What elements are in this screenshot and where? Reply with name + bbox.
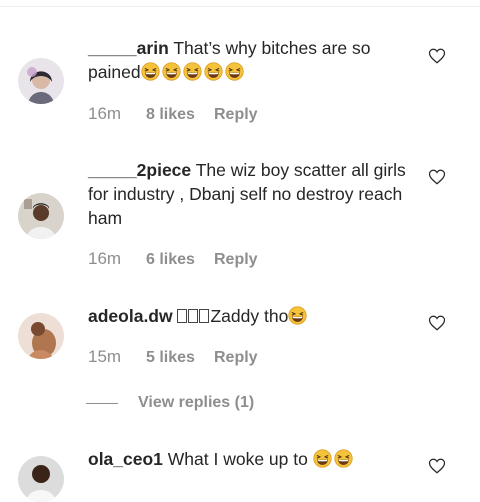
grinning-squinting-face-icon (140, 62, 160, 81)
user-avatar[interactable] (18, 193, 64, 239)
grinning-squinting-face-icon (224, 62, 244, 81)
heart-icon[interactable] (428, 314, 446, 332)
comment-username[interactable]: _____2piece (88, 160, 191, 180)
comment-text: Zaddy tho (210, 306, 289, 326)
emoji-run (313, 449, 355, 469)
avatar-image (18, 58, 64, 104)
heart-icon[interactable] (428, 457, 446, 475)
comment-time: 15m (88, 347, 122, 366)
grinning-squinting-face-icon (203, 62, 223, 81)
user-avatar[interactable] (18, 313, 64, 359)
unsupported-glyph (188, 309, 199, 323)
view-replies-link[interactable]: View replies (1) (86, 394, 254, 412)
grinning-squinting-face-icon (288, 306, 307, 325)
comment-time: 16m (88, 249, 122, 268)
comment-body: _____arin That’s why bitches are so pain… (88, 36, 408, 84)
grinning-squinting-face-icon (161, 62, 181, 81)
comment-meta: 15m 5 likes Reply (88, 347, 258, 367)
comment-body: ola_ceo1 What I woke up to (88, 447, 408, 471)
comment-body: adeola.dw Zaddy tho (88, 304, 408, 328)
user-avatar[interactable] (18, 456, 64, 502)
avatar-image (18, 313, 64, 359)
likes-count[interactable]: 8 likes (146, 106, 214, 124)
comment-username[interactable]: _____arin (88, 38, 169, 58)
likes-count[interactable]: 5 likes (146, 349, 214, 367)
comment-username[interactable]: adeola.dw (88, 306, 173, 326)
unsupported-glyph (177, 309, 188, 323)
avatar-image (18, 193, 64, 239)
grinning-squinting-face-icon (182, 62, 202, 81)
grinning-squinting-face-icon (313, 449, 332, 468)
comment-body: _____2piece The wiz boy scatter all girl… (88, 158, 408, 230)
unsupported-glyph (199, 309, 210, 323)
reply-button[interactable]: Reply (214, 106, 258, 124)
comment-username[interactable]: ola_ceo1 (88, 449, 163, 469)
top-divider (0, 0, 480, 7)
comment-meta: 16m 6 likes Reply (88, 249, 258, 269)
view-replies-divider (86, 402, 118, 404)
grinning-squinting-face-icon (334, 449, 353, 468)
user-avatar[interactable] (18, 58, 64, 104)
comment-text: What I woke up to (167, 449, 308, 469)
emoji-run (140, 62, 246, 82)
view-replies-label[interactable]: View replies (1) (138, 394, 254, 412)
likes-count[interactable]: 6 likes (146, 251, 214, 269)
emoji-run (288, 306, 309, 326)
comment-text-line2: pained (88, 62, 141, 82)
avatar-image (18, 456, 64, 502)
heart-icon[interactable] (428, 47, 446, 65)
reply-button[interactable]: Reply (214, 349, 258, 367)
comment-time: 16m (88, 104, 122, 123)
reply-button[interactable]: Reply (214, 251, 258, 269)
comment-meta: 16m 8 likes Reply (88, 104, 258, 124)
heart-icon[interactable] (428, 168, 446, 186)
comment-text: That’s why bitches are so (173, 38, 371, 58)
